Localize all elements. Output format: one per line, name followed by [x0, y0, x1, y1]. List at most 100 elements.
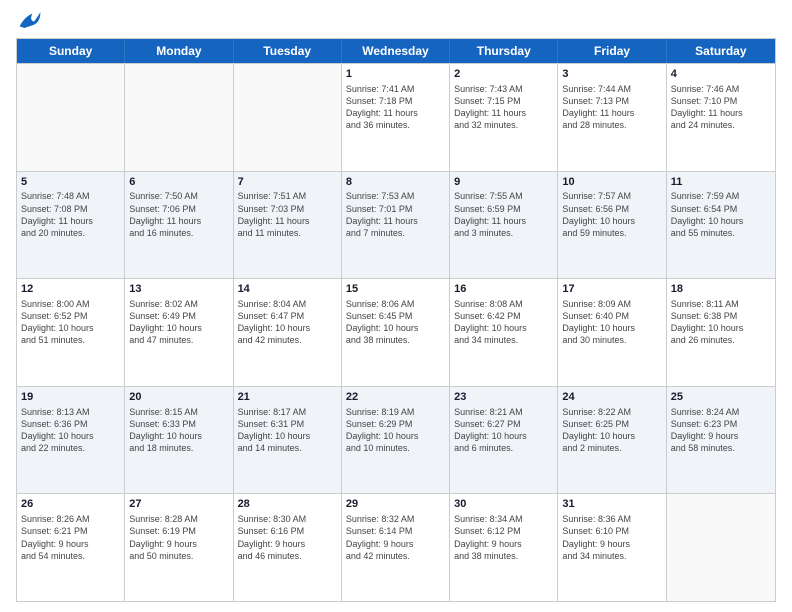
day-number: 6 — [129, 175, 228, 190]
calendar-cell: 23Sunrise: 8:21 AM Sunset: 6:27 PM Dayli… — [450, 387, 558, 494]
calendar-cell: 3Sunrise: 7:44 AM Sunset: 7:13 PM Daylig… — [558, 64, 666, 171]
calendar-cell: 19Sunrise: 8:13 AM Sunset: 6:36 PM Dayli… — [17, 387, 125, 494]
calendar-cell — [17, 64, 125, 171]
day-info: Sunrise: 7:59 AM Sunset: 6:54 PM Dayligh… — [671, 190, 771, 239]
day-number: 1 — [346, 67, 445, 82]
calendar-cell — [125, 64, 233, 171]
day-number: 26 — [21, 497, 120, 512]
day-number: 11 — [671, 175, 771, 190]
day-info: Sunrise: 7:41 AM Sunset: 7:18 PM Dayligh… — [346, 83, 445, 132]
calendar-cell: 26Sunrise: 8:26 AM Sunset: 6:21 PM Dayli… — [17, 494, 125, 601]
day-info: Sunrise: 8:26 AM Sunset: 6:21 PM Dayligh… — [21, 513, 120, 562]
day-number: 22 — [346, 390, 445, 405]
day-info: Sunrise: 8:13 AM Sunset: 6:36 PM Dayligh… — [21, 406, 120, 455]
calendar-row: 5Sunrise: 7:48 AM Sunset: 7:08 PM Daylig… — [17, 171, 775, 279]
day-info: Sunrise: 8:11 AM Sunset: 6:38 PM Dayligh… — [671, 298, 771, 347]
day-number: 5 — [21, 175, 120, 190]
day-info: Sunrise: 7:44 AM Sunset: 7:13 PM Dayligh… — [562, 83, 661, 132]
day-info: Sunrise: 7:51 AM Sunset: 7:03 PM Dayligh… — [238, 190, 337, 239]
calendar-cell: 25Sunrise: 8:24 AM Sunset: 6:23 PM Dayli… — [667, 387, 775, 494]
calendar-cell: 15Sunrise: 8:06 AM Sunset: 6:45 PM Dayli… — [342, 279, 450, 386]
calendar-header: SundayMondayTuesdayWednesdayThursdayFrid… — [17, 39, 775, 63]
day-info: Sunrise: 8:15 AM Sunset: 6:33 PM Dayligh… — [129, 406, 228, 455]
calendar-cell: 29Sunrise: 8:32 AM Sunset: 6:14 PM Dayli… — [342, 494, 450, 601]
calendar-cell: 6Sunrise: 7:50 AM Sunset: 7:06 PM Daylig… — [125, 172, 233, 279]
cal-header-day: Sunday — [17, 39, 125, 63]
day-info: Sunrise: 8:22 AM Sunset: 6:25 PM Dayligh… — [562, 406, 661, 455]
day-number: 4 — [671, 67, 771, 82]
calendar-cell: 28Sunrise: 8:30 AM Sunset: 6:16 PM Dayli… — [234, 494, 342, 601]
logo — [16, 10, 42, 30]
day-info: Sunrise: 7:53 AM Sunset: 7:01 PM Dayligh… — [346, 190, 445, 239]
calendar-cell: 9Sunrise: 7:55 AM Sunset: 6:59 PM Daylig… — [450, 172, 558, 279]
calendar-cell: 10Sunrise: 7:57 AM Sunset: 6:56 PM Dayli… — [558, 172, 666, 279]
header — [16, 10, 776, 30]
day-info: Sunrise: 7:46 AM Sunset: 7:10 PM Dayligh… — [671, 83, 771, 132]
day-info: Sunrise: 7:43 AM Sunset: 7:15 PM Dayligh… — [454, 83, 553, 132]
cal-header-day: Thursday — [450, 39, 558, 63]
day-number: 13 — [129, 282, 228, 297]
day-info: Sunrise: 8:36 AM Sunset: 6:10 PM Dayligh… — [562, 513, 661, 562]
cal-header-day: Monday — [125, 39, 233, 63]
day-number: 17 — [562, 282, 661, 297]
day-info: Sunrise: 8:28 AM Sunset: 6:19 PM Dayligh… — [129, 513, 228, 562]
day-info: Sunrise: 8:19 AM Sunset: 6:29 PM Dayligh… — [346, 406, 445, 455]
day-info: Sunrise: 8:04 AM Sunset: 6:47 PM Dayligh… — [238, 298, 337, 347]
day-info: Sunrise: 8:09 AM Sunset: 6:40 PM Dayligh… — [562, 298, 661, 347]
calendar-cell: 12Sunrise: 8:00 AM Sunset: 6:52 PM Dayli… — [17, 279, 125, 386]
day-info: Sunrise: 8:32 AM Sunset: 6:14 PM Dayligh… — [346, 513, 445, 562]
calendar-cell: 16Sunrise: 8:08 AM Sunset: 6:42 PM Dayli… — [450, 279, 558, 386]
cal-header-day: Friday — [558, 39, 666, 63]
day-info: Sunrise: 8:06 AM Sunset: 6:45 PM Dayligh… — [346, 298, 445, 347]
day-info: Sunrise: 7:57 AM Sunset: 6:56 PM Dayligh… — [562, 190, 661, 239]
calendar-cell: 7Sunrise: 7:51 AM Sunset: 7:03 PM Daylig… — [234, 172, 342, 279]
calendar-row: 26Sunrise: 8:26 AM Sunset: 6:21 PM Dayli… — [17, 493, 775, 601]
calendar-row: 12Sunrise: 8:00 AM Sunset: 6:52 PM Dayli… — [17, 278, 775, 386]
calendar-cell: 21Sunrise: 8:17 AM Sunset: 6:31 PM Dayli… — [234, 387, 342, 494]
day-number: 16 — [454, 282, 553, 297]
calendar-cell — [667, 494, 775, 601]
day-info: Sunrise: 8:30 AM Sunset: 6:16 PM Dayligh… — [238, 513, 337, 562]
day-number: 29 — [346, 497, 445, 512]
calendar-row: 1Sunrise: 7:41 AM Sunset: 7:18 PM Daylig… — [17, 63, 775, 171]
cal-header-day: Saturday — [667, 39, 775, 63]
calendar-cell — [234, 64, 342, 171]
day-number: 14 — [238, 282, 337, 297]
day-number: 24 — [562, 390, 661, 405]
day-number: 15 — [346, 282, 445, 297]
day-number: 2 — [454, 67, 553, 82]
day-number: 12 — [21, 282, 120, 297]
calendar-cell: 4Sunrise: 7:46 AM Sunset: 7:10 PM Daylig… — [667, 64, 775, 171]
day-number: 23 — [454, 390, 553, 405]
calendar-cell: 13Sunrise: 8:02 AM Sunset: 6:49 PM Dayli… — [125, 279, 233, 386]
day-info: Sunrise: 7:55 AM Sunset: 6:59 PM Dayligh… — [454, 190, 553, 239]
calendar-body: 1Sunrise: 7:41 AM Sunset: 7:18 PM Daylig… — [17, 63, 775, 601]
day-info: Sunrise: 8:08 AM Sunset: 6:42 PM Dayligh… — [454, 298, 553, 347]
day-number: 19 — [21, 390, 120, 405]
day-info: Sunrise: 8:00 AM Sunset: 6:52 PM Dayligh… — [21, 298, 120, 347]
day-info: Sunrise: 7:50 AM Sunset: 7:06 PM Dayligh… — [129, 190, 228, 239]
day-number: 3 — [562, 67, 661, 82]
calendar-cell: 2Sunrise: 7:43 AM Sunset: 7:15 PM Daylig… — [450, 64, 558, 171]
day-number: 9 — [454, 175, 553, 190]
calendar-cell: 20Sunrise: 8:15 AM Sunset: 6:33 PM Dayli… — [125, 387, 233, 494]
calendar-cell: 17Sunrise: 8:09 AM Sunset: 6:40 PM Dayli… — [558, 279, 666, 386]
day-number: 7 — [238, 175, 337, 190]
day-number: 18 — [671, 282, 771, 297]
cal-header-day: Tuesday — [234, 39, 342, 63]
calendar-row: 19Sunrise: 8:13 AM Sunset: 6:36 PM Dayli… — [17, 386, 775, 494]
calendar-cell: 30Sunrise: 8:34 AM Sunset: 6:12 PM Dayli… — [450, 494, 558, 601]
calendar-cell: 8Sunrise: 7:53 AM Sunset: 7:01 PM Daylig… — [342, 172, 450, 279]
day-info: Sunrise: 8:02 AM Sunset: 6:49 PM Dayligh… — [129, 298, 228, 347]
page: SundayMondayTuesdayWednesdayThursdayFrid… — [0, 0, 792, 612]
logo-bird-icon — [18, 10, 42, 30]
calendar-cell: 5Sunrise: 7:48 AM Sunset: 7:08 PM Daylig… — [17, 172, 125, 279]
day-number: 25 — [671, 390, 771, 405]
day-info: Sunrise: 7:48 AM Sunset: 7:08 PM Dayligh… — [21, 190, 120, 239]
calendar-cell: 22Sunrise: 8:19 AM Sunset: 6:29 PM Dayli… — [342, 387, 450, 494]
calendar-cell: 1Sunrise: 7:41 AM Sunset: 7:18 PM Daylig… — [342, 64, 450, 171]
cal-header-day: Wednesday — [342, 39, 450, 63]
day-info: Sunrise: 8:24 AM Sunset: 6:23 PM Dayligh… — [671, 406, 771, 455]
day-info: Sunrise: 8:17 AM Sunset: 6:31 PM Dayligh… — [238, 406, 337, 455]
day-number: 28 — [238, 497, 337, 512]
